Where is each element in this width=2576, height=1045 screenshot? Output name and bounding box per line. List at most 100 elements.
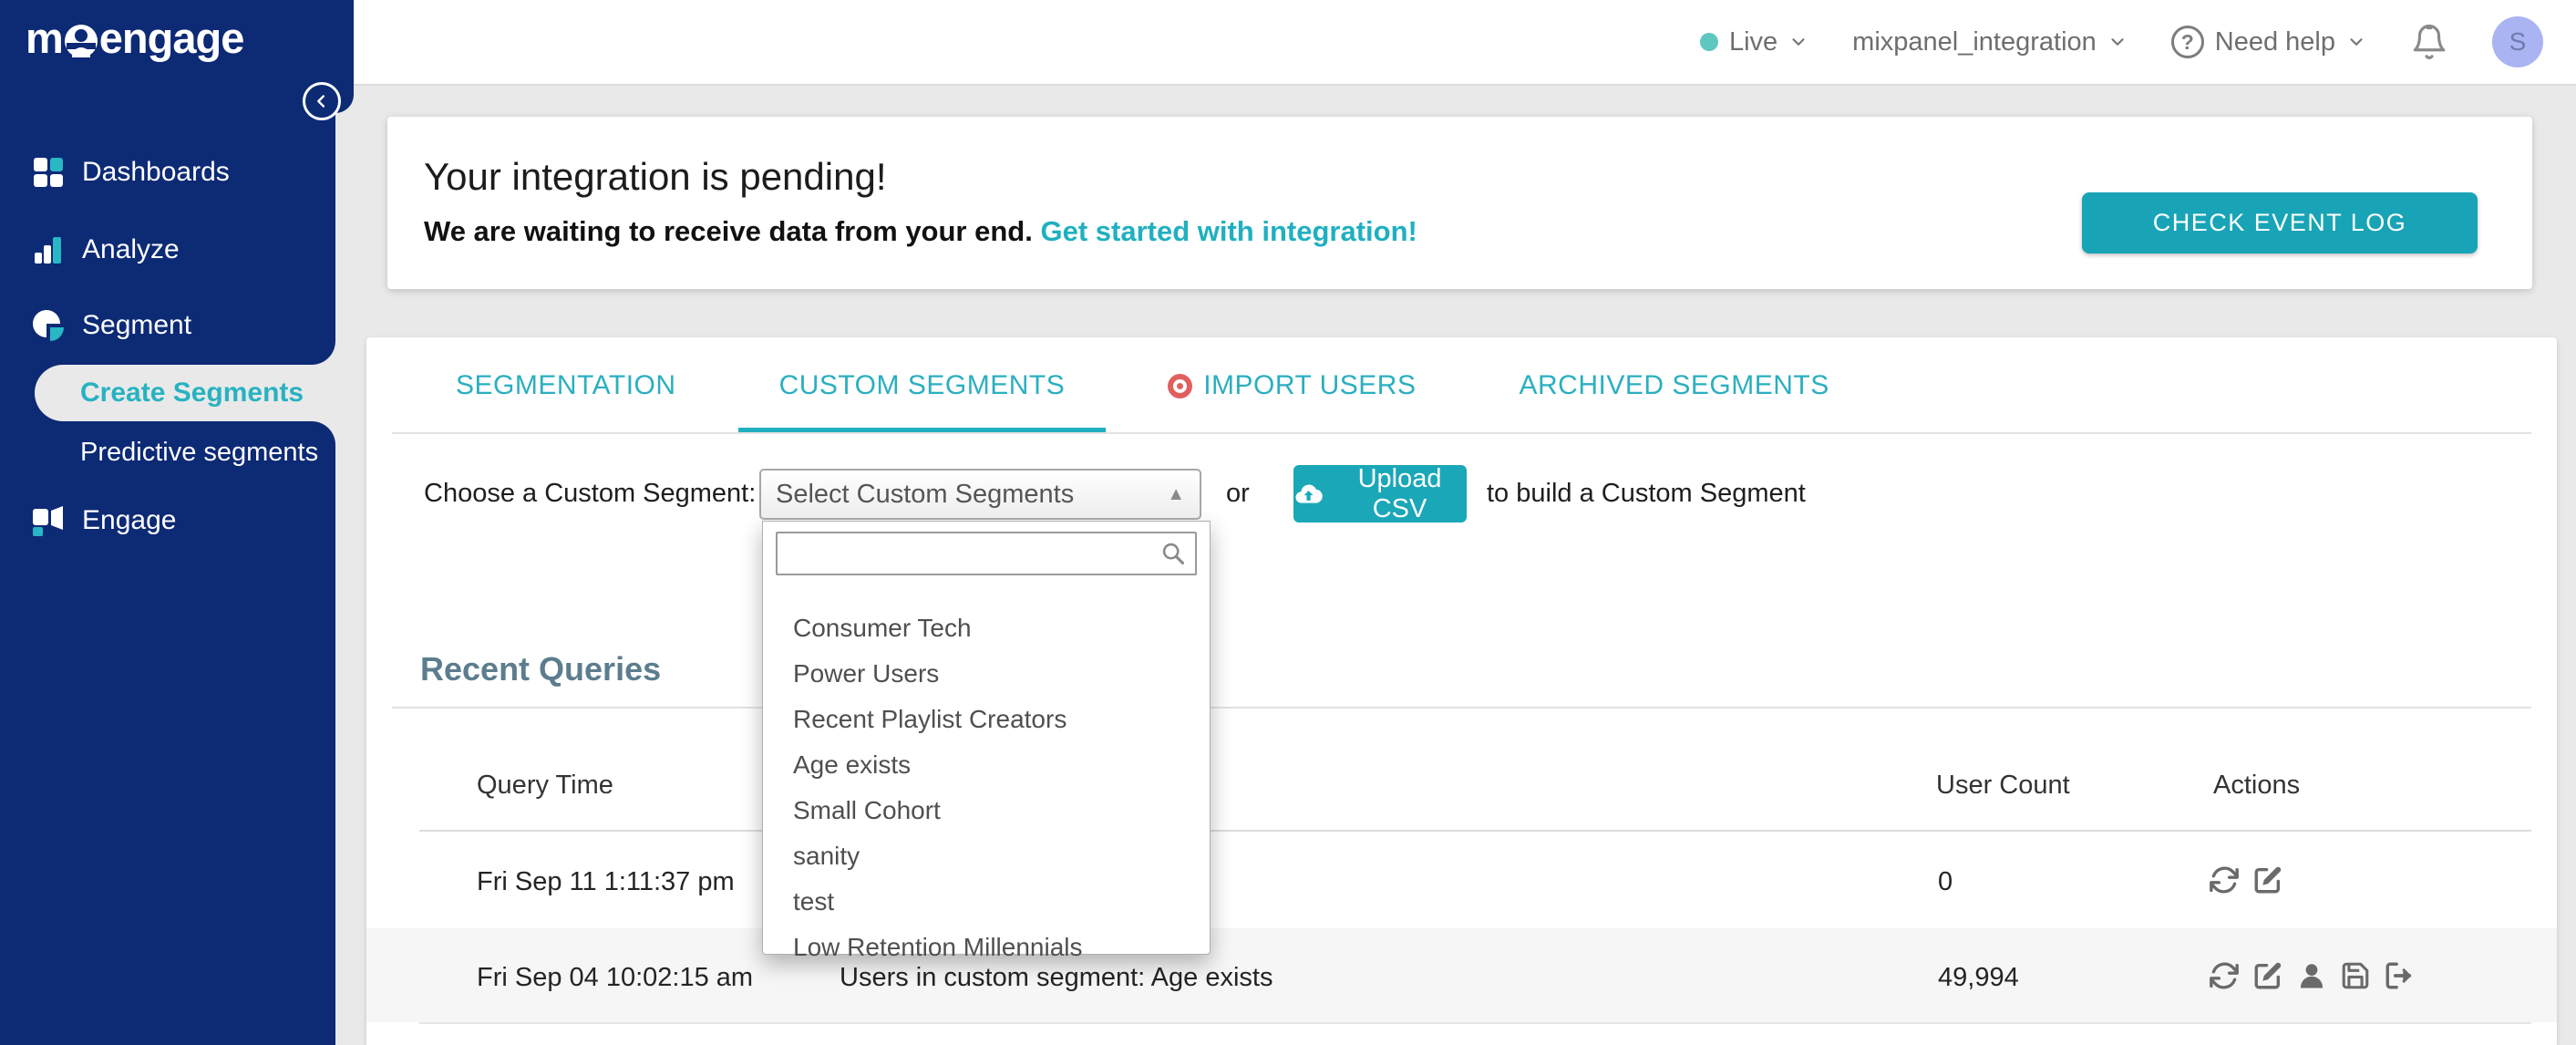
- dropdown-option[interactable]: Low Retention Millennials: [763, 925, 1210, 970]
- dropdown-option[interactable]: sanity: [763, 833, 1210, 879]
- column-header-user-count: User Count: [1936, 771, 2070, 800]
- dropdown-option[interactable]: Power Users: [763, 651, 1210, 697]
- sidebar-item-analyze[interactable]: Analyze: [31, 223, 180, 276]
- table-header-divider: [419, 830, 2531, 832]
- help-label: Need help: [2214, 26, 2335, 57]
- dropdown-option[interactable]: test: [763, 879, 1210, 925]
- environment-selector[interactable]: Live: [1699, 26, 1808, 57]
- sidebar-item-segment[interactable]: Segment: [31, 299, 191, 352]
- chevron-down-icon: [1792, 38, 1805, 46]
- analyze-bars-icon: [35, 237, 61, 264]
- logo-person-icon: [64, 24, 98, 57]
- dropdown-option[interactable]: Recent Playlist Creators: [763, 697, 1210, 742]
- user-icon[interactable]: [2296, 960, 2327, 991]
- upload-csv-button[interactable]: Upload CSV: [1293, 463, 1467, 523]
- table-row-user-count: 49,994: [1938, 963, 2019, 992]
- sidebar-item-engage[interactable]: Engage: [31, 494, 176, 547]
- chooser-suffix: to build a Custom Segment: [1487, 479, 1806, 508]
- bell-icon[interactable]: [2410, 23, 2448, 61]
- banner-message: We are waiting to receive data from your…: [424, 215, 1417, 248]
- chooser-label: Choose a Custom Segment:: [424, 479, 757, 508]
- table-row-user-count: 0: [1938, 867, 1953, 896]
- logo-text-prefix: m: [26, 14, 64, 62]
- custom-segment-dropdown: Consumer Tech Power Users Recent Playlis…: [762, 521, 1211, 961]
- avatar[interactable]: S: [2492, 16, 2543, 67]
- custom-segment-select[interactable]: Select Custom Segments ▲: [759, 469, 1201, 520]
- import-dot-icon: [1168, 373, 1193, 398]
- dashboards-grid-icon: [34, 158, 63, 187]
- table-row-actions: [2209, 864, 2283, 895]
- row-divider: [419, 1022, 2531, 1024]
- collapse-icon: [317, 95, 325, 108]
- tabs-divider: [392, 432, 2531, 434]
- recent-queries-title: Recent Queries: [420, 650, 662, 688]
- upload-csv-label: Upload CSV: [1357, 463, 1442, 523]
- dropdown-option[interactable]: Small Cohort: [763, 788, 1210, 833]
- segments-panel: SEGMENTATION CUSTOM SEGMENTS IMPORT USER…: [366, 337, 2557, 1045]
- recent-queries-divider: [392, 707, 2531, 709]
- column-header-query-time: Query Time: [477, 771, 613, 800]
- live-status-dot: [1699, 33, 1718, 51]
- sidebar-item-create-segments[interactable]: Create Segments: [35, 365, 335, 421]
- sidebar-item-label: Dashboards: [82, 157, 230, 187]
- edit-icon[interactable]: [2252, 864, 2283, 895]
- or-label: or: [1226, 479, 1250, 508]
- export-icon[interactable]: [2384, 960, 2415, 991]
- tab-custom-segments[interactable]: CUSTOM SEGMENTS: [737, 337, 1107, 434]
- pill-corner-top: [312, 341, 335, 365]
- integration-banner: Your integration is pending! We are wait…: [387, 117, 2532, 289]
- tab-label: ARCHIVED SEGMENTS: [1519, 370, 1829, 400]
- sidebar-item-label: Segment: [82, 310, 192, 340]
- select-value: Select Custom Segments: [776, 479, 1075, 509]
- banner-message-text: We are waiting to receive data from your…: [424, 215, 1033, 247]
- project-name: mixpanel_integration: [1852, 26, 2097, 57]
- segment-tabs: SEGMENTATION CUSTOM SEGMENTS IMPORT USER…: [415, 337, 1870, 434]
- dropdown-arrow-icon: ▲: [1167, 483, 1185, 504]
- table-row-actions: [2209, 960, 2415, 991]
- dropdown-options: Consumer Tech Power Users Recent Playlis…: [763, 605, 1210, 970]
- tab-archived-segments[interactable]: ARCHIVED SEGMENTS: [1478, 337, 1870, 434]
- dropdown-search: [776, 532, 1197, 575]
- help-icon: ?: [2170, 26, 2204, 58]
- avatar-initial: S: [2509, 27, 2527, 56]
- engage-megaphone-icon: [33, 506, 63, 536]
- banner-title: Your integration is pending!: [424, 155, 887, 198]
- environment-label: Live: [1728, 26, 1778, 57]
- table-row-query-time: Fri Sep 04 10:02:15 am: [477, 963, 754, 992]
- chevron-down-icon: [2111, 38, 2124, 46]
- tab-label: CUSTOM SEGMENTS: [778, 370, 1066, 400]
- save-icon[interactable]: [2340, 960, 2371, 991]
- moengage-app: Live mixpanel_integration ? Need help S …: [0, 0, 2576, 1045]
- topbar: Live mixpanel_integration ? Need help S: [335, 0, 2576, 86]
- sidebar-collapse-button[interactable]: [303, 82, 341, 120]
- sidebar-item-dashboards[interactable]: Dashboards: [31, 146, 230, 199]
- column-header-actions: Actions: [2213, 771, 2301, 800]
- edit-icon[interactable]: [2252, 960, 2283, 991]
- logo-text-suffix: engage: [98, 14, 245, 62]
- chevron-down-icon: [2350, 38, 2363, 46]
- project-selector[interactable]: mixpanel_integration: [1852, 27, 2128, 57]
- sidebar-item-label: Create Segments: [80, 378, 304, 408]
- refresh-icon[interactable]: [2209, 960, 2240, 991]
- get-started-link[interactable]: Get started with integration!: [1040, 215, 1417, 247]
- moengage-logo: m engage: [26, 13, 245, 63]
- dropdown-option[interactable]: Consumer Tech: [763, 605, 1210, 651]
- dropdown-option[interactable]: Age exists: [763, 742, 1210, 788]
- cloud-upload-icon: [1295, 483, 1323, 503]
- sidebar-item-predictive-segments[interactable]: Predictive segments: [80, 438, 318, 468]
- table-row-query-time: Fri Sep 11 1:11:37 pm: [477, 867, 735, 896]
- tab-import-users[interactable]: IMPORT USERS: [1127, 337, 1457, 434]
- sidebar-item-label: Analyze: [82, 234, 180, 264]
- tab-segmentation[interactable]: SEGMENTATION: [415, 337, 717, 434]
- help-menu[interactable]: ? Need help: [2170, 26, 2366, 58]
- sidebar-item-label: Engage: [82, 505, 177, 535]
- refresh-icon[interactable]: [2209, 864, 2240, 895]
- tab-label: SEGMENTATION: [456, 370, 676, 400]
- sidebar: m engage Dashboards Analyze Segment Crea…: [0, 0, 335, 1045]
- check-event-log-button[interactable]: CHECK EVENT LOG: [2082, 192, 2478, 253]
- tab-label: IMPORT USERS: [1203, 370, 1417, 400]
- search-icon: [1162, 543, 1185, 565]
- sidebar-item-label: Predictive segments: [80, 438, 319, 467]
- search-input[interactable]: [776, 532, 1197, 575]
- segment-pie-icon: [33, 310, 64, 341]
